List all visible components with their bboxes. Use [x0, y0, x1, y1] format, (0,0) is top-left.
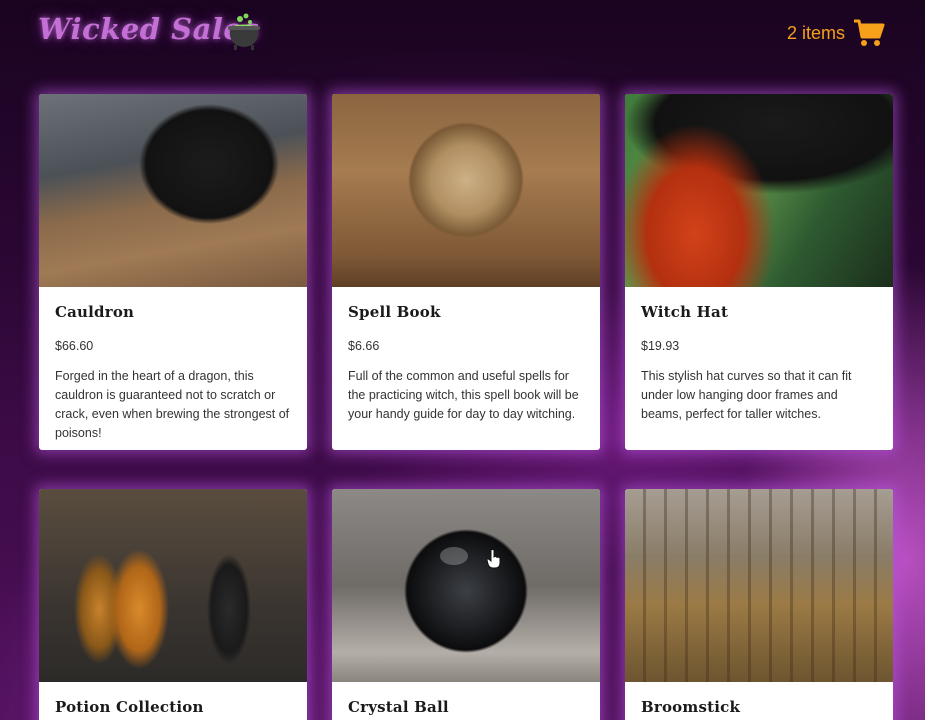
product-title: Potion Collection [55, 698, 204, 716]
product-card-witch-hat[interactable]: Witch Hat $19.93 This stylish hat curves… [625, 94, 893, 450]
product-card-spell-book[interactable]: Spell Book $6.66 Full of the common and … [332, 94, 600, 450]
product-image[interactable] [332, 94, 600, 287]
cart-count: 2 items [786, 22, 845, 43]
product-price: $19.93 [641, 339, 680, 353]
product-title: Spell Book [348, 303, 441, 321]
product-title: Witch Hat [641, 303, 729, 321]
product-image[interactable] [39, 489, 307, 682]
product-image[interactable] [625, 94, 893, 287]
product-description: This stylish hat curves so that it can f… [641, 369, 852, 421]
product-title: Crystal Ball [348, 698, 449, 716]
crystal-highlight [440, 547, 468, 565]
product-title: Broomstick [641, 698, 741, 716]
product-description: Full of the common and useful spells for… [348, 369, 579, 421]
product-card-potion-collection[interactable]: Potion Collection [39, 489, 307, 720]
header: Wicked Sales 2 items [0, 0, 925, 70]
product-price: $66.60 [55, 339, 94, 353]
product-price: $6.66 [348, 339, 380, 353]
cauldron-icon [228, 13, 260, 50]
cart-button[interactable]: 2 items [787, 18, 885, 48]
hand-pointer-icon [486, 549, 501, 569]
product-card-broomstick[interactable]: Broomstick [625, 489, 893, 720]
product-card-crystal-ball[interactable]: Crystal Ball [332, 489, 600, 720]
product-title: Cauldron [55, 303, 135, 321]
product-image[interactable] [39, 94, 307, 287]
product-card-cauldron[interactable]: Cauldron $66.60 Forged in the heart of a… [39, 94, 307, 450]
product-description: Forged in the heart of a dragon, this ca… [55, 369, 290, 440]
product-image[interactable] [625, 489, 893, 682]
shopping-cart-icon [854, 19, 885, 46]
product-image[interactable] [332, 489, 600, 682]
